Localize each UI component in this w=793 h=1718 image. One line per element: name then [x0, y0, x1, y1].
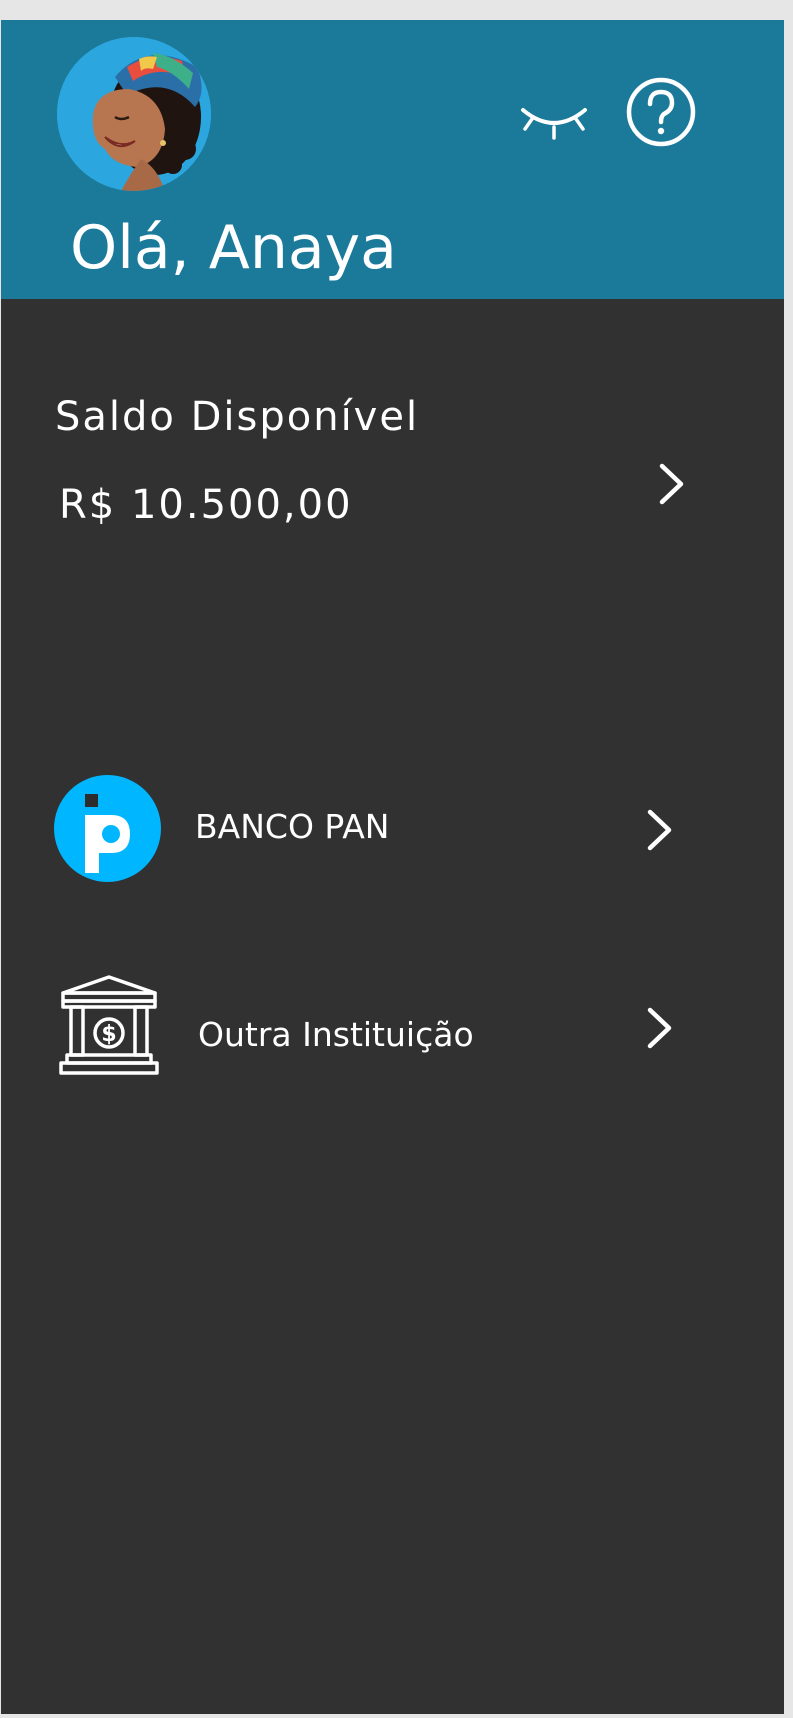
- bank-building-icon: $: [59, 975, 159, 1075]
- user-photo: [57, 37, 211, 191]
- chevron-right-icon: [647, 1007, 672, 1049]
- balance-label: Saldo Disponível: [55, 394, 420, 440]
- chevron-right-icon: [659, 463, 684, 505]
- header: Olá, Anaya: [1, 20, 784, 299]
- svg-text:$: $: [101, 1022, 116, 1047]
- option-other-institution[interactable]: $ Outra Instituição: [1, 975, 784, 1085]
- avatar[interactable]: [57, 37, 211, 191]
- chevron-right-icon: [647, 809, 672, 851]
- banco-pan-logo: [54, 775, 161, 882]
- available-balance-card[interactable]: Saldo Disponível R$ 10.500,00: [1, 380, 784, 570]
- balance-value: R$ 10.500,00: [59, 482, 353, 528]
- option-label: Outra Instituição: [198, 1015, 474, 1054]
- app-screen: Olá, Anaya Saldo Disponível R$ 10.500,00…: [1, 20, 784, 1714]
- option-label: BANCO PAN: [195, 807, 390, 846]
- help-circle-icon[interactable]: [625, 76, 697, 148]
- greeting-title: Olá, Anaya: [70, 213, 397, 283]
- option-banco-pan[interactable]: BANCO PAN: [1, 775, 784, 885]
- closed-eye-icon[interactable]: [517, 98, 591, 144]
